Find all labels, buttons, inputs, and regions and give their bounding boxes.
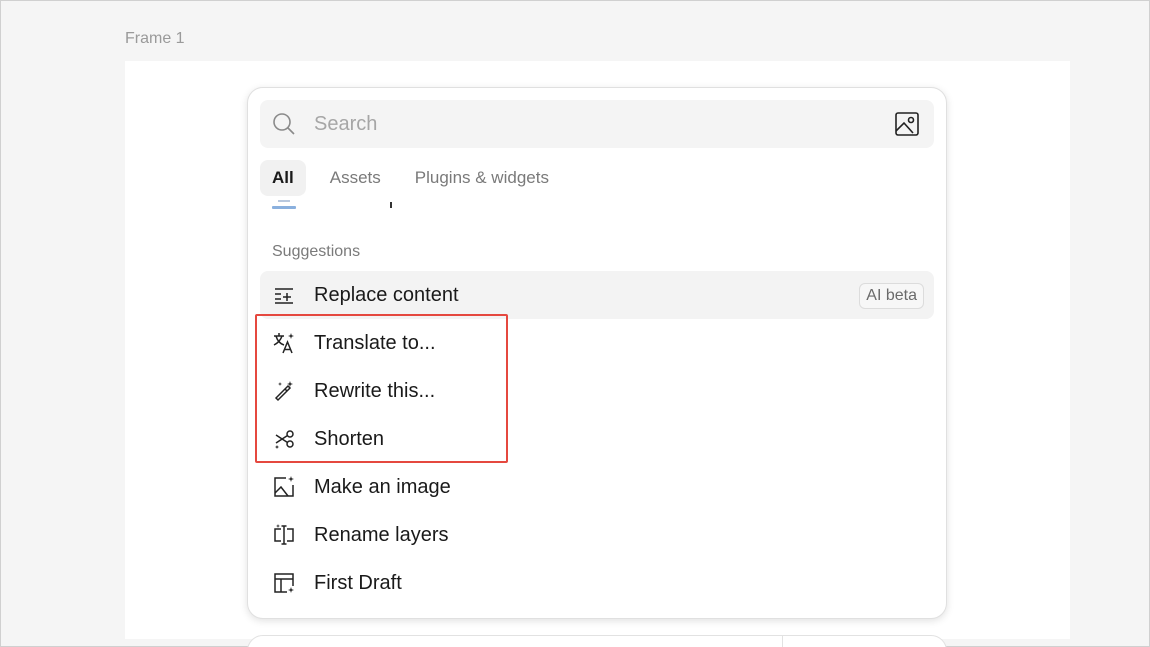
rename-layers-icon <box>272 523 296 547</box>
item-label: Make an image <box>314 476 451 498</box>
suggestion-make-image[interactable]: Make an image <box>260 463 934 511</box>
scrolled-list-item <box>272 200 392 214</box>
item-label: Replace content <box>314 284 459 306</box>
first-draft-icon <box>272 571 296 595</box>
suggestion-rewrite[interactable]: Rewrite this... <box>260 367 934 415</box>
tab-plugins-widgets[interactable]: Plugins & widgets <box>403 160 561 196</box>
search-bar[interactable] <box>260 100 934 148</box>
search-icon <box>272 112 296 136</box>
tab-assets[interactable]: Assets <box>318 160 393 196</box>
item-label: Rename layers <box>314 524 449 546</box>
suggestions-heading: Suggestions <box>272 243 361 260</box>
text-fragment <box>390 202 392 208</box>
bottom-toolbar <box>247 635 947 647</box>
image-search-icon[interactable] <box>894 111 920 137</box>
ai-beta-badge: AI beta <box>859 283 924 309</box>
toolbar-divider <box>782 636 783 647</box>
image-sparkle-icon <box>272 475 296 499</box>
thumbnail-fragment <box>272 206 296 209</box>
frame-label[interactable]: Frame 1 <box>125 30 185 48</box>
tab-bar: All Assets Plugins & widgets <box>260 160 571 196</box>
actions-panel: All Assets Plugins & widgets Suggestions… <box>247 87 947 619</box>
tab-all[interactable]: All <box>260 160 306 196</box>
search-input[interactable] <box>314 110 874 138</box>
suggestion-replace-content[interactable]: Replace content AI beta <box>260 271 934 319</box>
suggestion-rename-layers[interactable]: Rename layers <box>260 511 934 559</box>
translate-icon <box>272 331 296 355</box>
item-label: First Draft <box>314 572 402 594</box>
replace-content-icon <box>272 283 296 307</box>
suggestion-shorten[interactable]: Shorten <box>260 415 934 463</box>
suggestion-first-draft[interactable]: First Draft <box>260 559 934 607</box>
item-label: Shorten <box>314 428 385 450</box>
magic-wand-icon <box>272 379 296 403</box>
suggestions-list: Replace content AI beta Translate to... <box>260 271 934 607</box>
scissors-icon <box>272 427 296 451</box>
thumbnail-fragment <box>278 200 290 202</box>
item-label: Translate to... <box>314 332 436 354</box>
suggestion-translate[interactable]: Translate to... <box>260 319 934 367</box>
item-label: Rewrite this... <box>314 380 436 402</box>
